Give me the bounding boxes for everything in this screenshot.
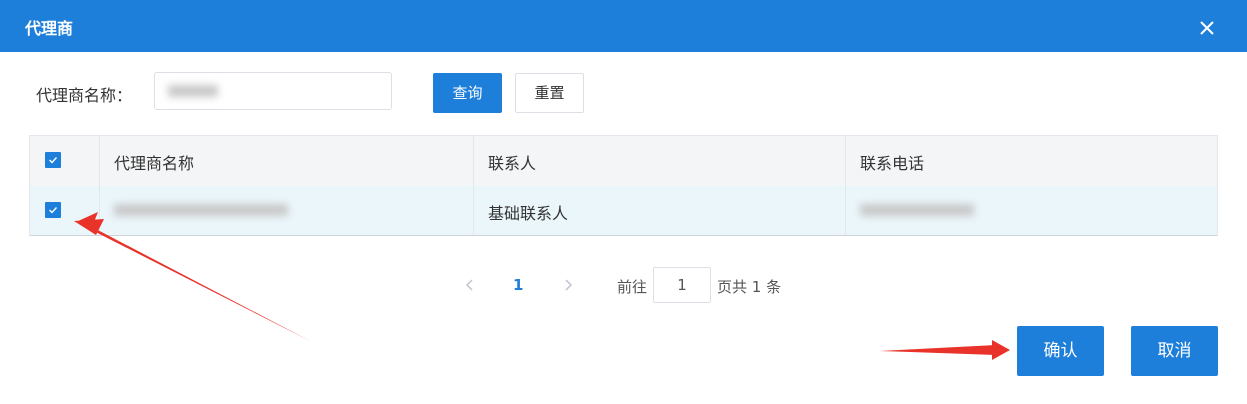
dialog-title: 代理商 [25,19,74,38]
column-header-contact: 联系人 [474,136,846,186]
blurred-phone [860,204,974,216]
agent-dialog: 代理商 代理商名称： 查询 重置 代理商名称 联系人 联系电话 基础联系人 1 … [0,0,1247,404]
column-header-label: 联系人 [488,154,537,173]
dialog-header: 代理商 [0,0,1247,52]
table-header: 代理商名称 联系人 联系电话 [30,136,1217,187]
cancel-button[interactable]: 取消 [1131,326,1218,376]
pagination: 1 前往 页共 1 条 [0,265,1247,305]
column-header-label: 代理商名称 [114,154,195,173]
column-header-phone: 联系电话 [846,136,1217,186]
close-icon[interactable] [1196,17,1218,39]
row-checkbox[interactable] [45,202,61,218]
confirm-button[interactable]: 确认 [1017,326,1104,376]
column-header-label: 联系电话 [860,154,925,173]
agent-table: 代理商名称 联系人 联系电话 基础联系人 [29,135,1218,236]
select-all-checkbox[interactable] [45,152,61,168]
column-header-agent-name: 代理商名称 [100,136,474,186]
goto-page-input[interactable] [653,267,711,303]
goto-label: 前往 [617,278,648,296]
phone-cell [846,186,1217,235]
blurred-agent-name [114,204,288,216]
agent-name-label: 代理商名称： [36,86,133,105]
contact-cell: 基础联系人 [474,186,846,235]
row-checkbox-cell [30,186,100,235]
page-total-label: 页共 1 条 [717,278,782,296]
contact-value: 基础联系人 [488,204,569,223]
query-button[interactable]: 查询 [433,73,502,113]
agent-name-cell [100,186,474,235]
reset-button[interactable]: 重置 [515,73,584,113]
page-number[interactable]: 1 [513,276,523,294]
header-checkbox-cell [30,136,100,186]
prev-page-icon[interactable] [462,275,478,295]
annotation-arrow-confirm [880,340,1010,360]
next-page-icon[interactable] [560,275,576,295]
blurred-input-value [168,85,218,97]
table-row[interactable]: 基础联系人 [30,186,1217,236]
